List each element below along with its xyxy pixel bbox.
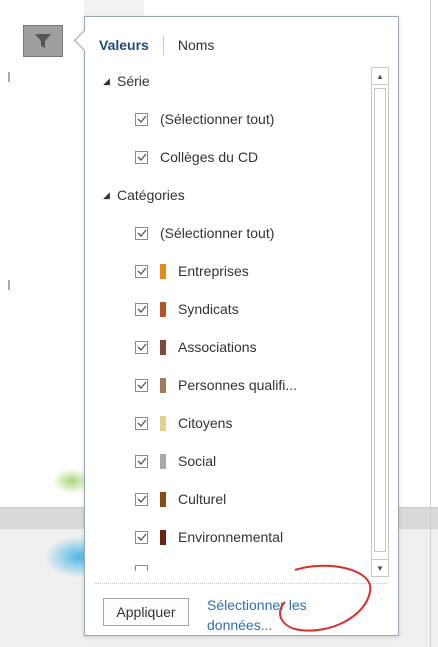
divider bbox=[430, 0, 431, 647]
checkbox[interactable] bbox=[135, 454, 148, 468]
list-item[interactable]: Culturel bbox=[135, 487, 226, 511]
checkmark-icon bbox=[137, 115, 146, 123]
checkmark-icon bbox=[137, 343, 146, 351]
triangle-down-icon: ◢ bbox=[103, 189, 110, 200]
chart-filter-popup: Valeurs Noms ◢ Série (Sélectionner tout)… bbox=[73, 16, 399, 636]
chart-mark bbox=[8, 280, 10, 290]
list-item[interactable]: Collèges du CD bbox=[135, 145, 258, 169]
checkmark-icon bbox=[137, 457, 146, 465]
item-label: Entreprises bbox=[178, 263, 249, 279]
checkbox[interactable] bbox=[135, 226, 148, 240]
checkmark-icon bbox=[137, 267, 146, 275]
item-label: Environnemental bbox=[178, 529, 284, 545]
color-swatch bbox=[160, 377, 166, 393]
section-header-serie[interactable]: ◢ Série bbox=[103, 69, 150, 93]
checkmark-icon bbox=[137, 381, 146, 389]
checkbox[interactable] bbox=[135, 112, 148, 126]
scroll-thumb[interactable] bbox=[374, 88, 386, 552]
list-item[interactable]: Syndicats bbox=[135, 297, 239, 321]
color-swatch bbox=[160, 339, 166, 355]
checkmark-icon bbox=[137, 419, 146, 427]
scrollbar[interactable]: ▲ ▼ bbox=[371, 67, 389, 577]
list-item[interactable]: (Sélectionner tout) bbox=[135, 221, 274, 245]
item-label: Personnes qualifi... bbox=[178, 377, 298, 393]
chart-mark bbox=[8, 72, 10, 82]
chevron-up-icon[interactable]: ▲ bbox=[372, 68, 388, 85]
checkbox[interactable] bbox=[135, 302, 148, 316]
filter-tabs: Valeurs Noms bbox=[99, 35, 214, 55]
apply-button[interactable]: Appliquer bbox=[103, 598, 189, 626]
list-item[interactable]: Associations bbox=[135, 335, 257, 359]
section-label: Série bbox=[117, 73, 150, 89]
triangle-down-icon: ◢ bbox=[103, 75, 110, 86]
list-item[interactable]: Personnes qualifi... bbox=[135, 373, 297, 397]
checkmark-icon bbox=[137, 495, 146, 503]
checkbox[interactable] bbox=[135, 378, 148, 392]
red-circle-annotation bbox=[279, 564, 372, 632]
color-swatch bbox=[160, 415, 166, 431]
section-header-categories[interactable]: ◢ Catégories bbox=[103, 183, 185, 207]
list-item-partial[interactable] bbox=[135, 561, 160, 571]
checkbox[interactable] bbox=[135, 530, 148, 544]
color-swatch bbox=[160, 453, 166, 469]
checkbox[interactable] bbox=[135, 564, 148, 571]
item-label: Collèges du CD bbox=[160, 149, 259, 165]
funnel-icon bbox=[35, 34, 51, 48]
item-label: (Sélectionner tout) bbox=[160, 225, 275, 241]
tab-values[interactable]: Valeurs bbox=[99, 37, 149, 53]
item-label: Culturel bbox=[178, 491, 227, 507]
checkbox[interactable] bbox=[135, 340, 148, 354]
checkmark-icon bbox=[137, 533, 146, 541]
chart-filter-button[interactable] bbox=[23, 25, 63, 57]
checkmark-icon bbox=[137, 153, 146, 161]
tab-names[interactable]: Noms bbox=[178, 37, 215, 53]
list-item[interactable]: Entreprises bbox=[135, 259, 249, 283]
color-swatch bbox=[160, 529, 166, 545]
color-swatch bbox=[160, 263, 166, 279]
item-label: Social bbox=[178, 453, 217, 469]
item-label: Syndicats bbox=[178, 301, 239, 317]
checkbox[interactable] bbox=[135, 492, 148, 506]
checkbox[interactable] bbox=[135, 416, 148, 430]
section-label: Catégories bbox=[117, 187, 185, 203]
checkmark-icon bbox=[137, 229, 146, 237]
color-swatch bbox=[160, 301, 166, 317]
list-item[interactable]: (Sélectionner tout) bbox=[135, 107, 274, 131]
list-item[interactable]: Social bbox=[135, 449, 216, 473]
color-swatch bbox=[160, 491, 166, 507]
checkmark-icon bbox=[137, 305, 146, 313]
list-item[interactable]: Environnemental bbox=[135, 525, 283, 549]
item-label: Citoyens bbox=[178, 415, 233, 431]
checkbox[interactable] bbox=[135, 150, 148, 164]
checkbox[interactable] bbox=[135, 264, 148, 278]
tab-divider bbox=[162, 35, 164, 55]
list-item[interactable]: Citoyens bbox=[135, 411, 232, 435]
item-label: (Sélectionner tout) bbox=[160, 111, 275, 127]
item-label: Associations bbox=[178, 339, 257, 355]
